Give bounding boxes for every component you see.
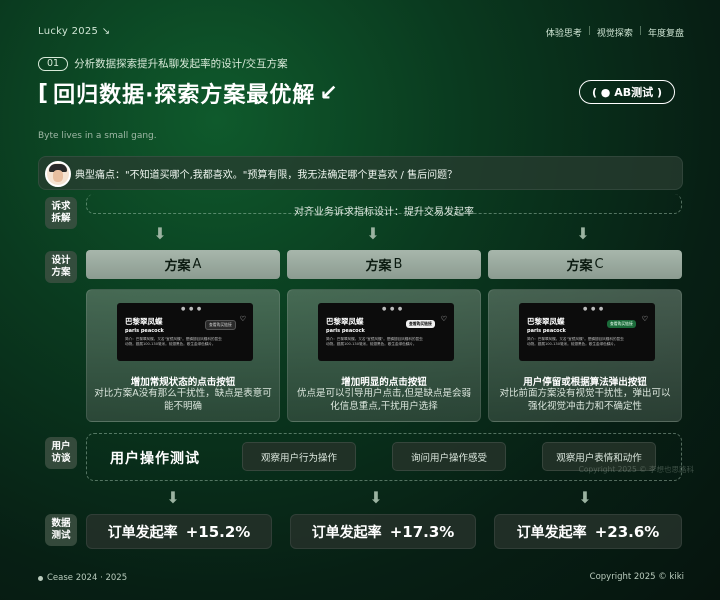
- plan-a-card: ● ● ● 巴黎翠凤蝶 paris peacock 简介：巴黎翠凤蝶。又名"宝镜…: [86, 289, 280, 422]
- pill-ask-feelings: 询问用户操作感受: [392, 442, 506, 471]
- arrow-down-icon: ⬇: [578, 488, 592, 507]
- plan-c-mockup: ● ● ● 巴黎翠凤蝶 paris peacock 简介：巴黎翠凤蝶。又名"宝镜…: [519, 303, 655, 361]
- avatar-face: [53, 170, 63, 182]
- plan-prefix: 方案: [365, 259, 392, 274]
- result-value: +23.6%: [594, 522, 660, 541]
- result-label: 订单发起率: [311, 524, 382, 541]
- plan-b-desc: 优点是可以引导用户点击,但是缺点是会弱化信息重点,干扰用户选择: [296, 388, 472, 412]
- plan-a-mockup: ● ● ● 巴黎翠凤蝶 paris peacock 简介：巴黎翠凤蝶。又名"宝镜…: [117, 303, 253, 361]
- arrow-down-icon: ⬇: [576, 224, 590, 243]
- page-title: [ 回归数据·探索方案最优解 ↙: [38, 77, 339, 109]
- bullet-dot-icon: [38, 575, 43, 581]
- plan-c-card: ● ● ● 巴黎翠凤蝶 paris peacock 简介：巴黎翠凤蝶。又名"宝镜…: [488, 289, 682, 422]
- plan-b-mockup: ● ● ● 巴黎翠凤蝶 paris peacock 简介：巴黎翠凤蝶。又名"宝镜…: [318, 303, 454, 361]
- result-c: 订单发起率 +23.6%: [494, 514, 682, 549]
- plan-b-title: 增加明显的点击按钮: [341, 377, 427, 388]
- carousel-dots: ● ● ●: [583, 306, 605, 312]
- result-a: 订单发起率 +15.2%: [86, 514, 272, 549]
- demand-text: 对齐业务诉求指标设计：提升交易发起率: [294, 207, 474, 218]
- row-label-demand: 诉求 拆解: [45, 197, 77, 229]
- mock-title: 巴黎翠凤蝶: [527, 317, 565, 326]
- nav-item-thinking[interactable]: 体验思考: [546, 26, 582, 39]
- plan-letter: A: [192, 257, 202, 272]
- tagline: Byte lives in a small gang.: [38, 131, 157, 141]
- plan-c-desc: 对比前面方案没有视觉干扰性，弹出可以强化视觉冲击力和不确定性: [499, 388, 671, 412]
- plan-prefix: 方案: [566, 259, 593, 274]
- pill-observe-behavior: 观察用户行为操作: [242, 442, 356, 471]
- heart-icon[interactable]: ♡: [240, 315, 246, 323]
- plan-a-desc: 对比方案A没有那么干扰性，缺点是表意可能不明确: [94, 388, 272, 412]
- mock-title: 巴黎翠凤蝶: [125, 317, 163, 326]
- result-label: 订单发起率: [516, 524, 587, 541]
- result-value: +17.3%: [389, 522, 455, 541]
- buy-link-button[interactable]: 查看购买链接: [406, 320, 435, 328]
- title-bracket-open: [: [38, 80, 50, 106]
- mock-title: 巴黎翠凤蝶: [326, 317, 364, 326]
- mock-subtitle: paris peacock: [326, 328, 365, 334]
- result-label: 订单发起率: [107, 524, 178, 541]
- heart-icon[interactable]: ♡: [441, 315, 447, 323]
- nav-separator: |: [587, 26, 591, 36]
- top-nav: 体验思考 | 视觉探索 | 年度复盘: [546, 26, 684, 39]
- plan-b-card: ● ● ● 巴黎翠凤蝶 paris peacock 简介：巴黎翠凤蝶。又名"宝镜…: [287, 289, 481, 422]
- watermark: Copyright 2025 © 李想也思路科: [578, 465, 694, 474]
- mock-description: 简介：巴黎翠凤蝶。又名"宝镜凤蝶"。是鳞翅目凤蝶科的昆虫动物。翅展100-130…: [326, 337, 423, 346]
- plan-a-title: 增加常规状态的点击按钮: [130, 377, 236, 388]
- brand-label: Lucky 2025 ↘: [38, 26, 111, 37]
- footer-left: Cease 2024 · 2025: [38, 573, 127, 583]
- arrow-down-icon: ⬇: [153, 224, 167, 243]
- footer-copyright: Copyright 2025 © kiki: [589, 572, 684, 582]
- row-label-data: 数据 测试: [45, 514, 77, 546]
- arrow-down-icon: ⬇: [369, 488, 383, 507]
- plan-letter: C: [594, 257, 604, 272]
- arrow-down-icon: ⬇: [166, 488, 180, 507]
- nav-item-review[interactable]: 年度复盘: [648, 26, 684, 39]
- result-value: +15.2%: [185, 522, 251, 541]
- plan-prefix: 方案: [164, 259, 191, 274]
- ab-test-badge: ( ● AB测试 ): [578, 80, 675, 104]
- heart-icon[interactable]: ♡: [642, 315, 648, 323]
- plan-letter: B: [393, 257, 403, 272]
- nav-item-visual[interactable]: 视觉探索: [597, 26, 633, 39]
- title-text: 回归数据·探索方案最优解: [53, 83, 316, 108]
- buy-link-popup-button[interactable]: 查看购买链接: [607, 320, 636, 328]
- title-bracket-close: ↙: [319, 80, 339, 106]
- nav-separator: |: [638, 26, 642, 36]
- pain-point-bar: 典型痛点："不知道买哪个,我都喜欢。"预算有限，我无法确定哪个更喜欢 / 售后问…: [38, 156, 683, 190]
- buy-link-button[interactable]: 查看购买链接: [205, 320, 236, 330]
- section-number: 01: [38, 56, 69, 71]
- plan-a-header[interactable]: 方案 A: [86, 250, 280, 279]
- carousel-dots: ● ● ●: [382, 306, 404, 312]
- user-test-title: 用户操作测试: [110, 451, 200, 467]
- plan-c-header[interactable]: 方案 C: [488, 250, 682, 279]
- footer-left-text: Cease 2024 · 2025: [47, 573, 128, 583]
- mock-description: 简介：巴黎翠凤蝶。又名"宝镜凤蝶"。是鳞翅目凤蝶科的昆虫动物。翅展100-130…: [125, 337, 222, 346]
- result-b: 订单发起率 +17.3%: [290, 514, 476, 549]
- avatar: [45, 161, 71, 187]
- row-label-interview: 用户 访谈: [45, 437, 77, 469]
- section-title: 分析数据探索提升私聊发起率的设计/交互方案: [74, 58, 288, 70]
- plan-b-header[interactable]: 方案 B: [287, 250, 481, 279]
- section-subtitle: 01 分析数据探索提升私聊发起率的设计/交互方案: [38, 56, 288, 71]
- carousel-dots: ● ● ●: [181, 306, 203, 312]
- plan-c-title: 用户停留或根据算法弹出按钮: [523, 377, 647, 388]
- pain-point-text: 典型痛点："不知道买哪个,我都喜欢。"预算有限，我无法确定哪个更喜欢 / 售后问…: [75, 169, 458, 181]
- mock-subtitle: paris peacock: [125, 328, 164, 334]
- row-label-design: 设计 方案: [45, 251, 77, 283]
- mock-description: 简介：巴黎翠凤蝶。又名"宝镜凤蝶"。是鳞翅目凤蝶科的昆虫动物。翅展100-130…: [527, 337, 624, 346]
- mock-subtitle: paris peacock: [527, 328, 566, 334]
- arrow-down-icon: ⬇: [366, 224, 380, 243]
